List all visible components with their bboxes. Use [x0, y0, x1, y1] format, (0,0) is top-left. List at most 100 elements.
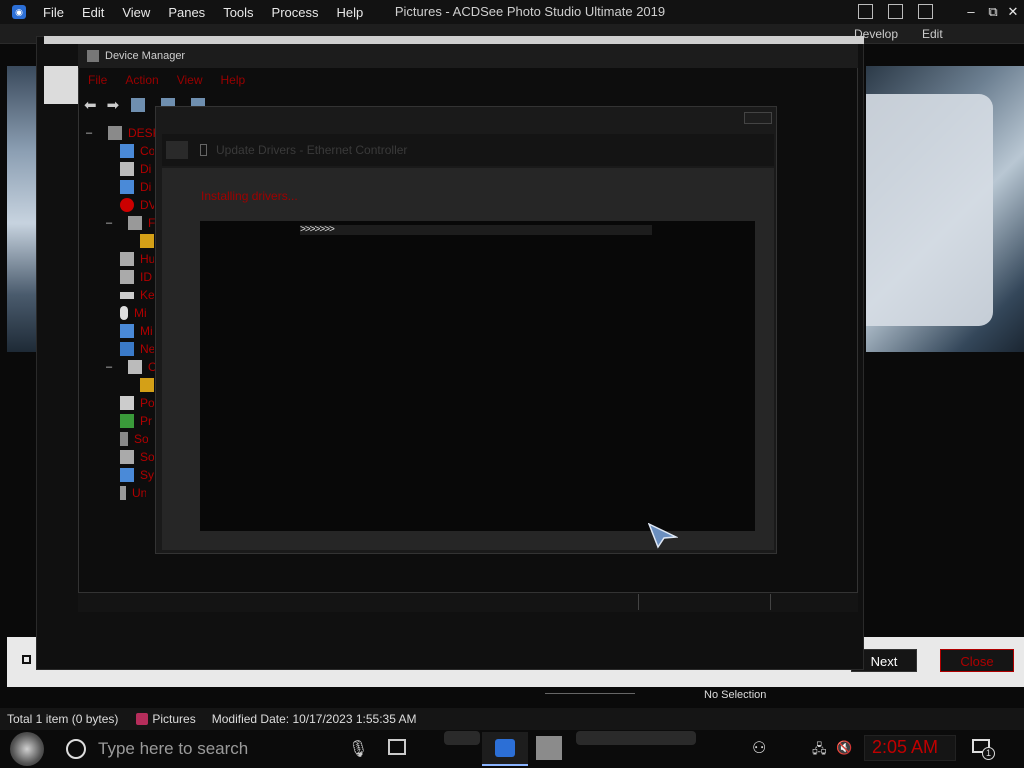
computer-icon: [108, 126, 122, 140]
pictures-folder-icon: [136, 713, 149, 725]
wizard-checkbox[interactable]: [22, 655, 31, 664]
search-input[interactable]: Type here to search: [98, 739, 248, 759]
notification-count-badge: 1: [982, 747, 995, 760]
progress-bar-fill: >>>>>>>: [300, 225, 335, 235]
display-adapter-icon: [120, 180, 134, 194]
hid-icon: [120, 252, 134, 266]
usb-icon: [120, 486, 126, 500]
close-window-button[interactable]: ✕: [1002, 2, 1024, 22]
dm-menu-action[interactable]: Action: [125, 73, 158, 87]
update-drivers-header: Update Drivers - Ethernet Controller: [162, 134, 774, 166]
menu-tools[interactable]: Tools: [223, 5, 253, 20]
device-manager-menubar: File Action View Help: [78, 70, 858, 90]
minimize-button[interactable]: –: [960, 2, 982, 22]
update-drivers-title: Update Drivers - Ethernet Controller: [216, 143, 408, 157]
tree-item[interactable]: Ne: [120, 340, 154, 358]
tree-item[interactable]: DV: [120, 196, 154, 214]
photo-card-overlay: [866, 94, 993, 326]
collapse-icon[interactable]: –: [106, 217, 116, 229]
tree-item[interactable]: So: [120, 430, 148, 448]
device-icon: [128, 216, 142, 230]
tree-item[interactable]: Pr: [120, 412, 154, 430]
zoom-slider[interactable]: [545, 693, 635, 694]
warning-device-icon: [140, 234, 154, 248]
tree-item[interactable]: So: [120, 448, 154, 466]
tree-item[interactable]: Di: [120, 160, 154, 178]
status-folder: Pictures: [152, 712, 196, 726]
menu-process[interactable]: Process: [272, 5, 319, 20]
system-devices-icon: [120, 468, 134, 482]
tree-item[interactable]: Mi: [120, 322, 154, 340]
tree-item[interactable]: Hu: [120, 250, 154, 268]
mouse-icon: [120, 306, 128, 320]
dialog-back-button[interactable]: [166, 141, 188, 159]
monitor-icon: [120, 144, 134, 158]
ide-icon: [120, 270, 134, 284]
collapse-icon[interactable]: –: [106, 361, 116, 373]
start-button[interactable]: [10, 732, 44, 766]
mouse-cursor-icon: [648, 523, 678, 549]
monitor-icon: [120, 324, 134, 338]
dm-menu-file[interactable]: File: [88, 73, 107, 87]
tree-item[interactable]: – Fi: [106, 214, 162, 232]
taskbar-device-manager-button[interactable]: [536, 736, 562, 760]
status-modified: Modified Date: 10/17/2023 1:55:35 AM: [211, 712, 417, 726]
cortana-icon: [66, 739, 86, 759]
close-button[interactable]: Close: [940, 649, 1014, 672]
back-icon[interactable]: ⬅: [84, 96, 97, 114]
mode-edit-tab[interactable]: Edit: [922, 27, 943, 41]
tree-item[interactable]: Ke: [120, 286, 154, 304]
tree-item[interactable]: Co: [120, 142, 154, 160]
taskbar-acdsee-button[interactable]: [482, 732, 528, 766]
device-manager-icon: [87, 50, 99, 62]
collapse-icon[interactable]: –: [86, 127, 96, 139]
tree-item[interactable]: Po: [120, 394, 154, 412]
device-manager-title: Device Manager: [105, 50, 186, 62]
menu-file[interactable]: File: [43, 5, 64, 20]
tree-root[interactable]: – DESK: [86, 124, 158, 142]
layout-left-icon[interactable]: [858, 4, 873, 19]
network-icon[interactable]: 🖧: [812, 740, 827, 762]
forward-icon[interactable]: ➡: [107, 96, 120, 114]
statusbar-divider: [638, 594, 639, 610]
network-adapter-icon: [200, 144, 207, 156]
taskbar-decoration: [576, 731, 696, 745]
disk-drive-icon: [120, 162, 134, 176]
taskbar-decoration: [444, 731, 480, 745]
other-devices-icon: [128, 360, 142, 374]
acdsee-statusbar: Total 1 item (0 bytes) Pictures Modified…: [0, 708, 1024, 730]
layout-right-icon[interactable]: [918, 4, 933, 19]
keyboard-icon: [120, 291, 134, 299]
back-arrow-strip[interactable]: [44, 66, 78, 104]
volume-muted-icon[interactable]: 🔇: [836, 740, 852, 756]
layout-bottom-icon[interactable]: [888, 4, 903, 19]
device-manager-topstrip: [44, 36, 864, 44]
properties-icon[interactable]: [131, 98, 146, 112]
search-box[interactable]: Type here to search: [52, 732, 370, 766]
tree-item[interactable]: Mi: [120, 304, 148, 322]
microphone-icon[interactable]: 🎙: [348, 739, 368, 759]
selection-status: No Selection: [704, 689, 767, 701]
processor-icon: [120, 414, 134, 428]
taskbar-clock[interactable]: 2:05 AM: [872, 737, 938, 758]
task-view-icon[interactable]: [388, 739, 406, 755]
menu-panes[interactable]: Panes: [168, 5, 205, 20]
tree-item[interactable]: –Ot: [106, 358, 162, 376]
acdsee-icon: [495, 739, 515, 757]
tree-item[interactable]: ID: [120, 268, 154, 286]
dm-menu-help[interactable]: Help: [221, 73, 246, 87]
statusbar-divider: [770, 594, 771, 610]
tree-item[interactable]: Un: [120, 484, 146, 502]
warning-device-icon: [140, 378, 154, 392]
device-manager-statusbar: [78, 592, 858, 612]
menu-edit[interactable]: Edit: [82, 5, 104, 20]
dialog-close-button[interactable]: [744, 112, 772, 124]
status-total: Total 1 item (0 bytes): [7, 712, 119, 726]
people-icon[interactable]: ⚇: [752, 738, 766, 758]
tree-item[interactable]: Sy: [120, 466, 154, 484]
dm-menu-view[interactable]: View: [177, 73, 203, 87]
restore-button[interactable]: ⧉: [982, 2, 1004, 22]
acdsee-app-icon: ◉: [12, 5, 26, 19]
tree-item[interactable]: Di: [120, 178, 154, 196]
menu-view[interactable]: View: [122, 5, 150, 20]
